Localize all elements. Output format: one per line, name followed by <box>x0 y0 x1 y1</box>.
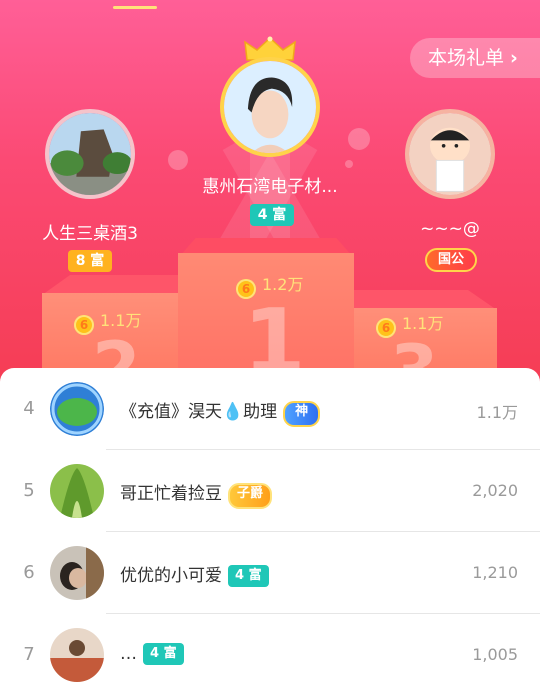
rank-3-title-badge: 国公 <box>425 248 477 272</box>
avatar-rank-1[interactable] <box>220 57 320 157</box>
list-name: … 4 富 <box>120 643 184 665</box>
list-rank: 6 <box>23 562 35 583</box>
rank-2-name: 人生三桌酒3 <box>42 224 138 244</box>
list-name: 哥正忙着捡豆 子爵 <box>120 479 273 509</box>
list-item[interactable]: 5 哥正忙着捡豆 子爵 2,020 <box>0 450 540 532</box>
tab-indicator <box>113 6 157 9</box>
bubble <box>348 128 370 150</box>
coin-icon: 6 <box>74 315 94 335</box>
god-badge: 神 <box>283 401 321 427</box>
podium-2-top <box>42 275 182 295</box>
list-rank: 4 <box>23 398 35 419</box>
avatar[interactable] <box>50 464 104 518</box>
avatar[interactable] <box>50 628 104 682</box>
list-score: 1.1万 <box>476 403 518 422</box>
bubble <box>345 160 353 168</box>
gift-list-label: 本场礼单 <box>428 47 505 69</box>
rank-3-name: ~~~@ <box>420 219 480 239</box>
rank-1-name: 惠州石湾电子材... <box>202 177 338 197</box>
list-rank: 7 <box>23 644 35 665</box>
chevron-right-icon: › <box>510 47 518 69</box>
list-score: 1,005 <box>472 645 518 664</box>
rank-2-level-badge: 8 富 <box>68 250 112 272</box>
level-badge: 4 富 <box>228 565 269 587</box>
list-score: 2,020 <box>472 481 518 500</box>
gift-list-button[interactable]: 本场礼单 › <box>410 38 540 78</box>
avatar[interactable] <box>50 546 104 600</box>
list-name: 优优的小可爱 4 富 <box>120 561 269 587</box>
list-item[interactable]: 4 《充值》淏天💧助理神 1.1万 <box>0 368 540 450</box>
list-item[interactable]: 7 … 4 富 1,005 <box>0 614 540 696</box>
avatar-rank-2[interactable] <box>45 109 135 199</box>
bubble <box>168 150 188 170</box>
rank-1-level-badge: 4 富 <box>250 204 294 226</box>
list-item[interactable]: 6 优优的小可爱 4 富 1,210 <box>0 532 540 614</box>
ranking-list: 4 《充值》淏天💧助理神 1.1万 5 哥正忙着捡豆 子爵 2,020 6 优优的… <box>0 368 540 682</box>
rank-2-score: 6 1.1万 <box>74 307 141 335</box>
avatar[interactable] <box>50 382 104 436</box>
podium-3-top <box>352 290 497 310</box>
list-name: 《充值》淏天💧助理神 <box>120 397 321 427</box>
list-score: 1,210 <box>472 563 518 582</box>
avatar-rank-3[interactable] <box>405 109 495 199</box>
list-rank: 5 <box>23 480 35 501</box>
podium-hero: 本场礼单 › 1 2 3 惠州石湾电子材... 人生三桌酒3 ~~~@ 4 富 … <box>0 0 540 400</box>
level-badge: 4 富 <box>143 643 184 665</box>
coin-icon: 6 <box>236 279 256 299</box>
rank-3-score: 6 1.1万 <box>376 310 443 338</box>
coin-icon: 6 <box>376 318 396 338</box>
viscount-badge: 子爵 <box>228 483 273 509</box>
rank-1-score: 6 1.2万 <box>236 271 303 299</box>
